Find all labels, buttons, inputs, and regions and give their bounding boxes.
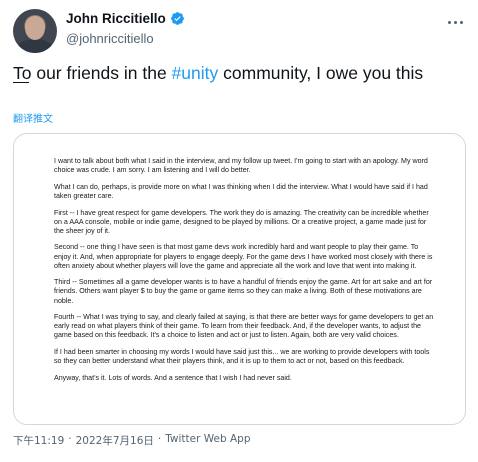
tweet-text: To our friends in the #unity community, … [13, 62, 463, 85]
statement-paragraph: First -- I have great respect for game d… [54, 208, 429, 235]
statement-paragraph: Second -- one thing I have seen is that … [54, 243, 433, 270]
statement-paragraph: If I had been smarter in choosing my wor… [54, 348, 430, 366]
tweet-timestamp: 下午11:19 · 2022年7月16日 · Twitter Web App [13, 433, 251, 448]
verified-badge-icon [170, 12, 184, 25]
statement-image[interactable]: I want to talk about both what I said in… [13, 133, 466, 425]
statement-paragraph: Anyway, that's it. Lots of words. And a … [54, 373, 292, 382]
statement-paragraph: I want to talk about both what I said in… [54, 157, 428, 175]
more-options-icon[interactable] [445, 12, 465, 32]
hashtag-link[interactable]: #unity [172, 63, 219, 83]
text-dash [13, 82, 29, 83]
tweet-date[interactable]: 2022年7月16日 [76, 433, 154, 448]
meta-separator: · [68, 433, 72, 445]
translate-tweet-link[interactable]: 翻译推文 [13, 110, 53, 125]
tweet-source[interactable]: Twitter Web App [165, 433, 250, 448]
avatar[interactable] [13, 9, 57, 53]
statement-paragraph: Fourth -- What I was trying to say, and … [54, 313, 434, 340]
author-handle[interactable]: @johnriccitiello [66, 31, 154, 46]
statement-document: I want to talk about both what I said in… [54, 157, 434, 391]
tweet-text-before: To our friends in the [13, 63, 172, 83]
avatar-face [25, 16, 45, 40]
author-name[interactable]: John Riccitiello [66, 11, 185, 26]
statement-paragraph: What I can do, perhaps, is provide more … [54, 182, 428, 200]
statement-paragraph: Third -- Sometimes all a game developer … [54, 278, 433, 305]
meta-separator: · [157, 433, 162, 445]
tweet-text-after: community, I owe you this [218, 63, 424, 83]
tweet-time[interactable]: 下午11:19 [13, 433, 64, 448]
display-name[interactable]: John Riccitiello [66, 11, 166, 26]
avatar-shirt [17, 39, 53, 53]
